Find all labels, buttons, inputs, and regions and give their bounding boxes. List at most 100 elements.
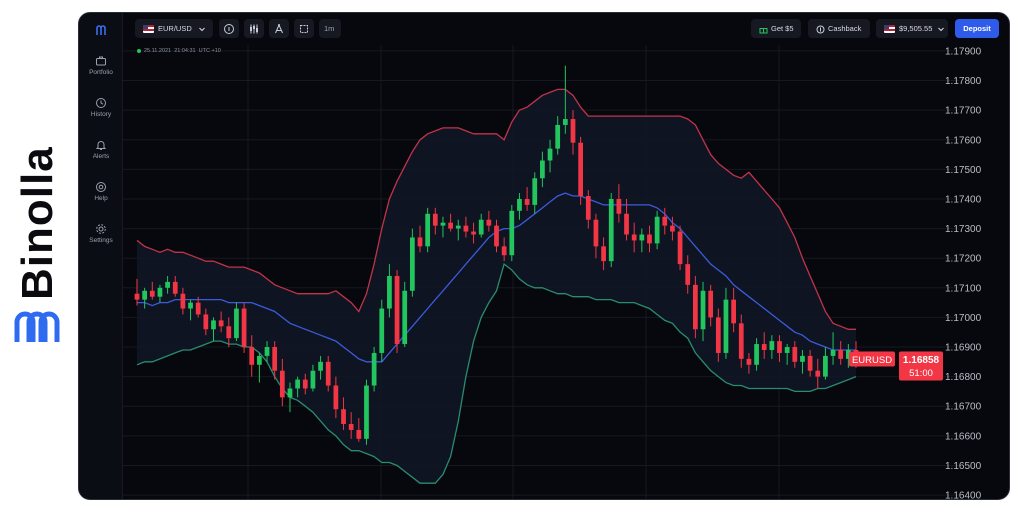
candle-body xyxy=(624,213,629,235)
sidebar-item-label: Alerts xyxy=(92,153,110,160)
chevron-down-icon xyxy=(938,27,945,32)
candle-body xyxy=(180,293,186,309)
candle-body xyxy=(555,124,561,149)
candles-type-button[interactable] xyxy=(244,19,264,38)
chart-time: 21:04:31 xyxy=(174,48,196,54)
y-axis-tick-label: 1.17000 xyxy=(945,313,982,324)
candle-body xyxy=(409,237,415,291)
countdown-label: 51:00 xyxy=(909,368,933,379)
y-axis-tick-label: 1.17200 xyxy=(945,254,982,265)
candle-body xyxy=(769,341,775,350)
candle-body xyxy=(325,361,331,386)
candle-body xyxy=(318,361,323,371)
candle-body xyxy=(738,323,744,359)
sidebar-item-help[interactable]: Help xyxy=(79,181,123,215)
get-bonus-button[interactable]: Get $5 xyxy=(751,19,801,38)
candle-body xyxy=(662,216,668,226)
layout-button[interactable] xyxy=(294,19,314,38)
candle-body xyxy=(823,355,828,377)
candle-body xyxy=(754,344,759,365)
candle-body xyxy=(142,290,148,300)
candle-body xyxy=(578,142,584,197)
live-dot-icon xyxy=(137,48,141,53)
sidebar-item-label: Portfolio xyxy=(89,69,113,76)
toolbar: EUR/USD 1m Get $5 Cashback $9,505.55 Dep… xyxy=(123,13,1009,45)
y-axis-tick-label: 1.17500 xyxy=(945,165,982,176)
candle-body xyxy=(540,160,545,179)
candle-body xyxy=(486,219,492,226)
candle-body xyxy=(601,246,606,262)
sidebar-item-label: Help xyxy=(94,195,108,202)
candle-body xyxy=(708,290,714,318)
candle-body xyxy=(387,275,392,309)
candle-body xyxy=(830,349,836,356)
deposit-button[interactable]: Deposit xyxy=(955,19,999,38)
price-chart[interactable]: 1.17900 1.17800 1.17700 1.17600 1.17500 1.174… xyxy=(123,45,1010,500)
chart-timezone: UTC +10 xyxy=(198,48,221,54)
crop-icon xyxy=(300,25,308,34)
candle-body xyxy=(157,287,163,297)
candle-body xyxy=(149,290,155,297)
candle-body xyxy=(302,379,308,389)
candle-body xyxy=(440,222,446,226)
sidebar-item-alerts[interactable]: Alerts xyxy=(79,139,123,173)
candle-body xyxy=(647,234,652,244)
asset-selector[interactable]: EUR/USD xyxy=(135,19,213,38)
candles-icon xyxy=(250,24,258,34)
chart-date: 25.11.2021 xyxy=(144,48,172,54)
candle-body xyxy=(226,326,232,339)
drawing-tools-button[interactable] xyxy=(269,19,289,38)
y-axis-tick-label: 1.17900 xyxy=(945,46,982,57)
candle-body xyxy=(838,349,844,359)
sidebar-item-portfolio[interactable]: Portfolio xyxy=(79,55,123,89)
sidebar-item-settings[interactable]: Settings xyxy=(79,223,123,257)
candle-body xyxy=(218,320,224,327)
candle-body xyxy=(608,198,614,262)
asset-name: EUR/USD xyxy=(158,24,192,33)
candle-body xyxy=(761,344,767,350)
get-bonus-label: Get $5 xyxy=(771,24,794,33)
candle-body xyxy=(402,290,408,345)
candle-body xyxy=(524,198,530,205)
candle-body xyxy=(333,385,339,410)
candlestick-chart[interactable]: 1.17900 1.17800 1.17700 1.17600 1.17500 1.174… xyxy=(123,45,1010,500)
candle-body xyxy=(195,302,201,315)
balance-selector[interactable]: $9,505.55 xyxy=(876,19,948,38)
candle-body xyxy=(562,119,568,125)
sidebar: Portfolio History Alerts Help Settings xyxy=(79,13,123,499)
candle-body xyxy=(494,225,499,247)
candle-body xyxy=(310,370,316,389)
candle-body xyxy=(264,347,270,356)
candle-body xyxy=(241,308,247,348)
candle-body xyxy=(379,308,385,353)
brand-logo-icon xyxy=(14,311,60,342)
candle-body xyxy=(448,222,453,229)
candle-body xyxy=(203,314,209,330)
candle-body xyxy=(371,352,377,386)
y-axis-tick-label: 1.17100 xyxy=(945,283,982,294)
candle-body xyxy=(677,231,683,265)
candle-body xyxy=(463,225,469,232)
candle-body xyxy=(731,299,736,324)
cashback-icon xyxy=(816,25,825,34)
sidebar-item-history[interactable]: History xyxy=(79,97,123,131)
y-axis-tick-label: 1.16900 xyxy=(945,343,982,354)
indicator-button[interactable] xyxy=(219,19,239,38)
chevron-down-icon xyxy=(199,27,205,32)
candle-body xyxy=(455,225,461,229)
candle-body xyxy=(631,234,637,241)
cashback-button[interactable]: Cashback xyxy=(808,19,870,38)
timeframe-selector[interactable]: 1m xyxy=(319,19,341,38)
gear-icon xyxy=(96,224,106,234)
candle-body xyxy=(501,246,507,256)
y-axis-tick-label: 1.16600 xyxy=(945,431,982,442)
candle-body xyxy=(700,290,706,330)
app-logo-icon[interactable] xyxy=(92,23,110,41)
candle-body xyxy=(784,347,790,353)
y-axis-tick-label: 1.16800 xyxy=(945,372,982,383)
brand-strip: Binolla xyxy=(0,0,78,512)
candle-body xyxy=(585,196,591,220)
candle-body xyxy=(348,424,354,430)
candle-body xyxy=(364,385,369,439)
candle-body xyxy=(800,355,805,362)
